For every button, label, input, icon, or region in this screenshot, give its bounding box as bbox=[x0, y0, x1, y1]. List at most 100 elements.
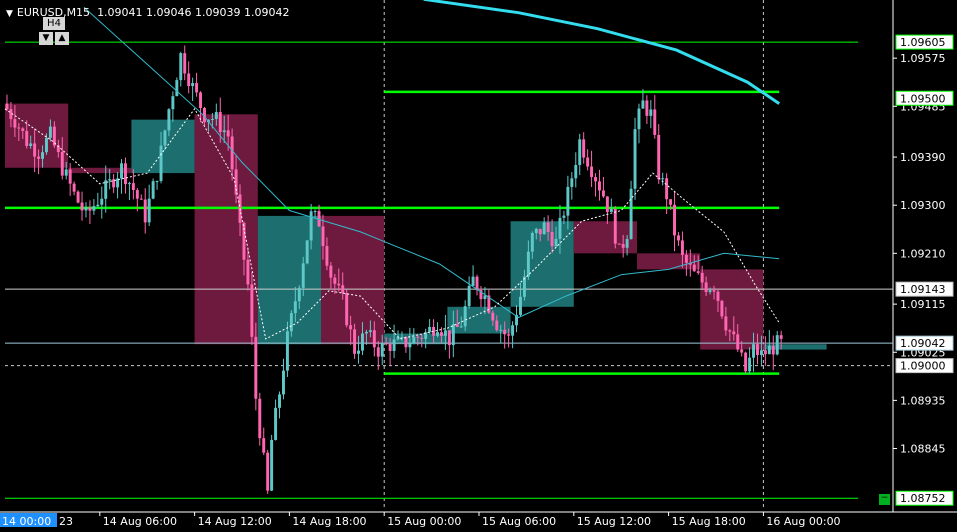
candle-body bbox=[364, 331, 368, 334]
candle-body bbox=[25, 130, 29, 146]
candle-body bbox=[732, 331, 736, 335]
candle-body bbox=[396, 337, 400, 340]
candle-body bbox=[143, 199, 147, 223]
time-axis-label: 14 Aug 06:00 bbox=[103, 515, 177, 528]
price-axis-label: 1.08935 bbox=[900, 394, 946, 407]
candle-body bbox=[767, 345, 771, 355]
candle-body bbox=[104, 180, 108, 199]
candle-body bbox=[325, 246, 329, 266]
candle-body bbox=[274, 407, 278, 440]
candle-body bbox=[400, 336, 404, 338]
moving-average-fast bbox=[4, 107, 780, 340]
candle-body bbox=[546, 222, 550, 232]
candle-body bbox=[609, 208, 613, 213]
candle-body bbox=[436, 332, 439, 336]
candle-body bbox=[542, 222, 546, 235]
candle-body bbox=[92, 206, 96, 211]
candle-body bbox=[617, 243, 621, 245]
candle-body bbox=[159, 145, 163, 181]
chart-window[interactable]: 1.09575 1.09485 1.09390 1.09300 1.09210 1.091… bbox=[0, 0, 957, 532]
candle-body bbox=[538, 228, 542, 235]
candle-body bbox=[590, 166, 594, 178]
candle-body bbox=[321, 226, 325, 247]
candle-body bbox=[692, 264, 696, 272]
candle-body bbox=[372, 330, 376, 348]
price-axis-label: 1.09210 bbox=[900, 247, 946, 260]
candle-body bbox=[605, 196, 609, 213]
candle-body bbox=[696, 271, 700, 273]
candle-body bbox=[84, 207, 88, 211]
candle-body bbox=[222, 130, 226, 133]
candle-body bbox=[669, 199, 673, 205]
candle-body bbox=[41, 152, 44, 159]
candle-body bbox=[301, 263, 305, 288]
candle-body bbox=[147, 198, 151, 223]
candle-body bbox=[594, 177, 597, 182]
candle-body bbox=[45, 137, 48, 153]
candle-body bbox=[566, 186, 570, 216]
price-axis-label: 1.08845 bbox=[900, 443, 946, 456]
candle-body bbox=[183, 53, 187, 74]
triangle-up-icon[interactable]: ▲ bbox=[55, 32, 69, 45]
price-level-label: 1.09605 bbox=[900, 36, 946, 49]
candle-body bbox=[246, 259, 250, 285]
candle-body bbox=[230, 136, 234, 170]
price-level-label: 1.09143 bbox=[900, 283, 946, 296]
candle-body bbox=[341, 285, 345, 294]
candle-body bbox=[250, 284, 254, 337]
candle-body bbox=[440, 332, 443, 336]
candle-body bbox=[262, 438, 266, 453]
candle-body bbox=[337, 283, 341, 286]
candle-body bbox=[380, 343, 384, 357]
candle-body bbox=[467, 285, 471, 307]
price-level-label: 1.09042 bbox=[900, 337, 946, 350]
candle-body bbox=[700, 272, 704, 283]
candle-body bbox=[657, 134, 661, 180]
candle-body bbox=[68, 169, 72, 184]
candle-body bbox=[187, 73, 191, 87]
candle-body bbox=[266, 452, 270, 491]
candle-body bbox=[270, 439, 274, 491]
candle-body bbox=[305, 240, 309, 264]
candle-body bbox=[195, 83, 199, 93]
candle-body bbox=[48, 126, 52, 138]
candle-body bbox=[171, 96, 175, 110]
candle-body bbox=[759, 350, 763, 355]
time-axis-cursor-label: 14 00:00 bbox=[2, 515, 51, 528]
candle-body bbox=[629, 188, 633, 240]
candle-body bbox=[408, 343, 412, 348]
candle-body bbox=[582, 139, 586, 158]
candle-body bbox=[740, 349, 744, 353]
candle-body bbox=[574, 165, 578, 179]
candle-body bbox=[530, 233, 534, 252]
chart-menu-icon[interactable]: ▼ bbox=[6, 9, 13, 19]
candle-body bbox=[120, 163, 123, 179]
candle-body bbox=[357, 350, 360, 354]
candle-body bbox=[763, 350, 767, 355]
candle-body bbox=[677, 235, 680, 241]
candle-body bbox=[313, 211, 317, 213]
price-chart[interactable]: 1.095751.094851.093901.093001.092101.091… bbox=[0, 0, 957, 532]
candle-body bbox=[64, 169, 68, 176]
candle-body bbox=[495, 320, 499, 331]
time-axis-label: 15 Aug 12:00 bbox=[577, 515, 651, 528]
candle-body bbox=[285, 331, 289, 371]
overlay-timeframe-label: H4 bbox=[43, 17, 65, 30]
time-axis-label: 14 Aug 18:00 bbox=[292, 515, 366, 528]
price-axis-label: 1.09115 bbox=[900, 298, 946, 311]
candle-body bbox=[5, 103, 9, 110]
candle-body bbox=[558, 217, 562, 239]
candle-body bbox=[499, 329, 503, 331]
triangle-down-icon[interactable]: ▼ bbox=[39, 32, 53, 45]
candle-body bbox=[752, 344, 755, 358]
candle-body bbox=[127, 183, 131, 185]
moving-average-slow bbox=[423, 0, 781, 105]
candle-body bbox=[463, 306, 467, 327]
time-axis-label: 14 Aug 12:00 bbox=[198, 515, 272, 528]
candle-body bbox=[728, 330, 732, 332]
candle-body bbox=[167, 109, 171, 131]
candle-body bbox=[278, 394, 281, 408]
candle-body bbox=[534, 228, 538, 234]
candle-body bbox=[507, 334, 511, 336]
chart-shift-button[interactable]: − bbox=[879, 494, 890, 505]
